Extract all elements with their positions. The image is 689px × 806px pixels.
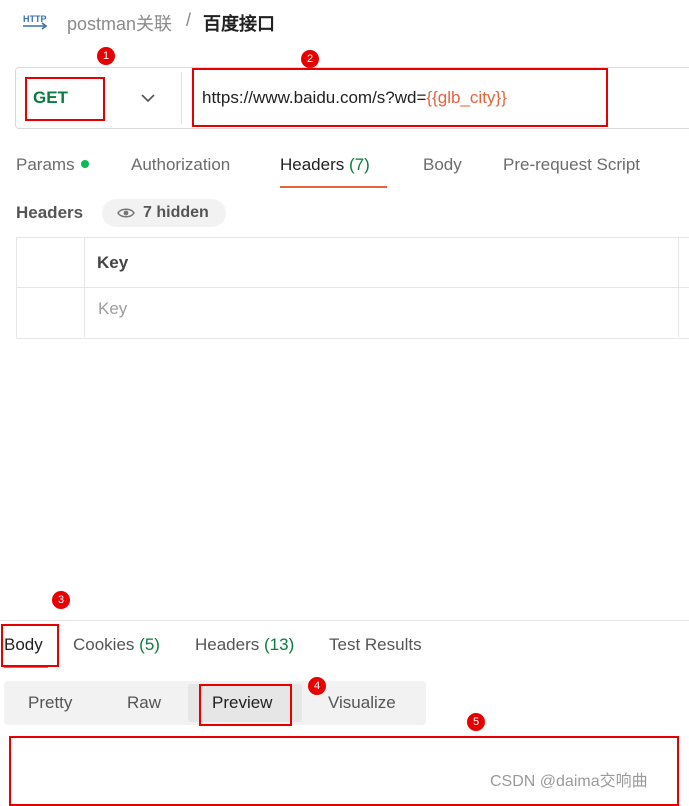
tab-pre-request-script[interactable]: Pre-request Script <box>503 155 640 175</box>
watermark: CSDN @daima交响曲 <box>490 773 648 790</box>
key-input[interactable]: Key <box>98 299 127 319</box>
tab-headers[interactable]: Headers (7) <box>280 155 370 175</box>
table-header-key: Key <box>97 253 129 272</box>
svg-text:HTTP: HTTP <box>23 14 47 24</box>
response-tab-test-results[interactable]: Test Results <box>329 635 422 655</box>
url-divider <box>181 72 182 124</box>
response-tab-headers-label: Headers <box>195 635 260 654</box>
annotation-box-method <box>25 77 105 121</box>
annotation-badge: 3 <box>52 591 70 609</box>
active-tab-underline <box>280 186 387 188</box>
annotation-badge: 5 <box>467 713 485 731</box>
response-tab-cookies-count: (5) <box>139 635 160 654</box>
annotation-badge: 1 <box>97 47 115 65</box>
tab-params[interactable]: Params <box>16 155 89 175</box>
hidden-headers-count: 7 hidden <box>143 204 209 221</box>
http-icon: HTTP <box>23 14 48 30</box>
eye-icon <box>117 208 135 218</box>
annotation-badge: 4 <box>308 677 326 695</box>
response-divider <box>0 620 689 621</box>
annotation-box-url <box>192 68 608 127</box>
view-mode-visualize[interactable]: Visualize <box>328 693 396 713</box>
tab-headers-label: Headers <box>280 155 345 174</box>
chevron-down-icon[interactable] <box>140 90 156 106</box>
breadcrumb-current[interactable]: 百度接口 <box>203 10 275 36</box>
tab-body[interactable]: Body <box>423 155 462 175</box>
headers-section-title: Headers <box>16 203 84 222</box>
response-tab-cookies[interactable]: Cookies (5) <box>73 635 160 655</box>
tab-authorization[interactable]: Authorization <box>131 155 230 175</box>
annotation-box-body-tab <box>1 624 59 667</box>
annotation-badge: 2 <box>301 50 319 68</box>
breadcrumb-separator: / <box>186 10 192 30</box>
tab-params-label: Params <box>16 155 75 174</box>
breadcrumb-parent[interactable]: postman关联 <box>67 10 172 36</box>
tab-headers-count: (7) <box>349 155 370 174</box>
view-mode-raw[interactable]: Raw <box>127 693 161 713</box>
annotation-box-preview <box>199 684 292 726</box>
table-column-divider <box>84 237 85 337</box>
view-mode-pretty[interactable]: Pretty <box>28 693 72 713</box>
params-status-dot <box>80 159 89 168</box>
response-tab-headers-count: (13) <box>264 635 295 654</box>
table-row-divider <box>16 287 689 288</box>
response-tab-headers[interactable]: Headers (13) <box>195 635 294 655</box>
response-tab-cookies-label: Cookies <box>73 635 135 654</box>
